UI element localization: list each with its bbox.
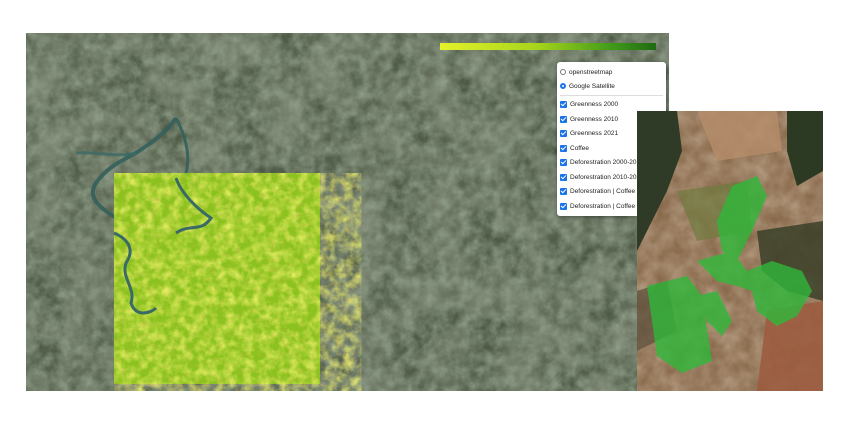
checkbox-checked-icon[interactable]: [560, 158, 567, 166]
base-layer-label: Google Satellite: [569, 82, 615, 90]
checkbox-checked-icon[interactable]: [560, 115, 567, 123]
overlay-coffee[interactable]: Coffee: [560, 143, 589, 153]
overlay-label: Deforestration 2010-2021: [570, 173, 644, 181]
overlay-deforestation-2000-2010[interactable]: Deforestration 2000-2010: [560, 157, 644, 167]
greenness-overlay: [113, 173, 320, 384]
overlay-label: Greenness 2010: [570, 115, 619, 123]
checkbox-checked-icon[interactable]: [560, 173, 567, 181]
greenness-legend-bar: [440, 43, 656, 50]
checkbox-checked-icon[interactable]: [560, 100, 567, 108]
overlay-deforestation-2010-2021[interactable]: Deforestration 2010-2021: [560, 172, 644, 182]
base-layer-google-satellite[interactable]: Google Satellite: [560, 81, 615, 91]
overlay-greenness-2000[interactable]: Greenness 2000: [560, 99, 618, 109]
radio-button-icon[interactable]: [560, 69, 566, 75]
overlay-greenness-2010[interactable]: Greenness 2010: [560, 114, 618, 124]
checkbox-checked-icon[interactable]: [560, 187, 567, 195]
checkbox-checked-icon[interactable]: [560, 144, 567, 152]
base-layer-openstreetmap[interactable]: openstreetmap: [560, 67, 612, 77]
overlay-label: Deforestration 2000-2010: [570, 158, 644, 166]
layer-separator: [560, 95, 663, 96]
radio-button-selected-icon[interactable]: [560, 83, 566, 89]
overlay-label: Greenness 2000: [570, 100, 619, 108]
checkbox-checked-icon[interactable]: [560, 129, 567, 137]
overlay-greenness-2021[interactable]: Greenness 2021: [560, 128, 618, 138]
zoomed-inset-map: [637, 111, 823, 391]
checkbox-checked-icon[interactable]: [560, 202, 567, 210]
overlay-label: Greenness 2021: [570, 129, 619, 137]
inset-satellite-imagery: [637, 111, 823, 391]
overlay-label: Coffee: [570, 144, 590, 152]
base-layer-label: openstreetmap: [569, 68, 613, 76]
